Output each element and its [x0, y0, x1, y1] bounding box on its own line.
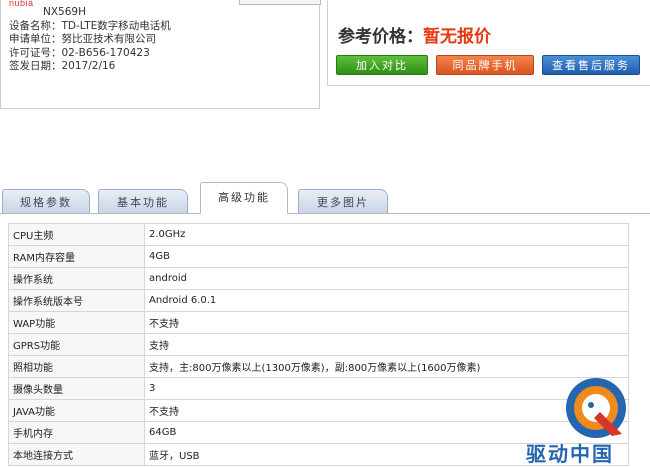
- price-value: 暂无报价: [423, 27, 491, 47]
- issue-date-row: 签发日期：2017/2/16: [9, 60, 171, 74]
- tab-advanced-functions[interactable]: 高级功能: [200, 182, 288, 214]
- spec-key: 操作系统: [8, 267, 145, 290]
- applicant-value: 努比亚技术有限公司: [61, 33, 157, 45]
- add-compare-button[interactable]: 加入对比: [336, 55, 428, 75]
- same-brand-button[interactable]: 同品牌手机: [436, 55, 534, 75]
- spec-value: 不支持: [144, 311, 629, 334]
- model-number: NX569H: [43, 6, 86, 18]
- tab-basic-functions[interactable]: 基本功能: [98, 189, 188, 214]
- reference-price: 参考价格：暂无报价: [338, 22, 491, 47]
- spec-key: 操作系统版本号: [8, 289, 145, 312]
- spec-value: 4GB: [144, 245, 629, 268]
- spec-tabs: 规格参数 基本功能 高级功能 更多图片: [0, 182, 650, 214]
- after-sales-button[interactable]: 查看售后服务: [542, 55, 640, 75]
- view-certificate-button[interactable]: [239, 0, 321, 5]
- spec-value: 2.0GHz: [144, 223, 629, 246]
- watermark-emblem-icon: [566, 378, 626, 438]
- issue-date-label: 签发日期：: [9, 60, 62, 72]
- applicant-label: 申请单位：: [9, 33, 62, 45]
- spec-key: CPU主频: [8, 223, 145, 246]
- table-row: CPU主频 2.0GHz: [8, 223, 629, 246]
- spec-key: 本地连接方式: [8, 443, 145, 466]
- spec-key: JAVA功能: [8, 399, 145, 422]
- watermark-logo: 驱动中国: [488, 372, 648, 466]
- license-value: 02-B656-170423: [61, 46, 150, 59]
- spec-key: WAP功能: [8, 311, 145, 334]
- spec-key: 摄像头数量: [8, 377, 145, 400]
- spec-key: 照相功能: [8, 355, 145, 378]
- watermark-text: 驱动中国: [526, 442, 614, 466]
- price-panel: 参考价格：暂无报价 加入对比 同品牌手机 查看售后服务: [327, 0, 650, 86]
- device-name-row: 设备名称：TD-LTE数字移动电话机: [9, 20, 171, 34]
- spec-value: android: [144, 267, 629, 290]
- spec-key: 手机内存: [8, 421, 145, 444]
- issue-date-value: 2017/2/16: [61, 60, 116, 72]
- certification-info: nubia NX569H 设备名称：TD-LTE数字移动电话机 申请单位：努比亚…: [0, 0, 321, 109]
- table-row: 操作系统 android: [8, 267, 629, 290]
- license-label: 许可证号：: [9, 46, 62, 59]
- spec-key: RAM内存容量: [8, 245, 145, 268]
- device-name-value: TD-LTE数字移动电话机: [61, 19, 171, 32]
- table-row: GPRS功能 支持: [8, 333, 629, 356]
- price-label: 参考价格：: [338, 27, 423, 47]
- spec-value: Android 6.0.1: [144, 289, 629, 312]
- tabs-divider: [0, 213, 650, 214]
- tab-specs[interactable]: 规格参数: [2, 189, 90, 214]
- spec-value: 支持: [144, 333, 629, 356]
- table-row: RAM内存容量 4GB: [8, 245, 629, 268]
- spec-key: GPRS功能: [8, 333, 145, 356]
- tab-more-images[interactable]: 更多图片: [298, 189, 388, 214]
- table-row: WAP功能 不支持: [8, 311, 629, 334]
- table-row: 操作系统版本号 Android 6.0.1: [8, 289, 629, 312]
- device-name-label: 设备名称：: [9, 19, 62, 32]
- applicant-row: 申请单位：努比亚技术有限公司: [9, 33, 171, 47]
- license-row: 许可证号：02-B656-170423: [9, 47, 171, 61]
